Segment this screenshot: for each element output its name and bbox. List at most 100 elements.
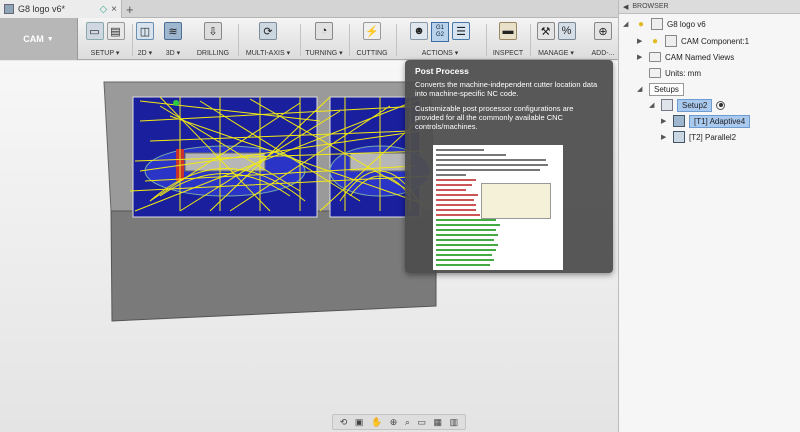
viewports-icon[interactable]: ▥ bbox=[450, 417, 459, 428]
look-at-icon[interactable]: ▣ bbox=[355, 417, 364, 428]
tooltip-paragraph-1: Converts the machine-independent cutter … bbox=[415, 80, 598, 98]
setup-group[interactable]: ▭ ▤ SETUP ▾ bbox=[80, 18, 130, 60]
caret-down-icon: ▼ bbox=[46, 35, 54, 43]
document-tab[interactable]: G8 logo v6* ◇ × bbox=[0, 0, 122, 18]
divider bbox=[300, 24, 301, 56]
units-icon bbox=[649, 68, 661, 78]
parallel-toolpath-icon bbox=[673, 131, 685, 143]
document-icon bbox=[651, 18, 663, 30]
zoom-window-icon[interactable]: ⌕ bbox=[405, 417, 410, 428]
tree-item-units[interactable]: Units: mm bbox=[649, 65, 701, 81]
tree-item-setup2[interactable]: ◢ Setup2 bbox=[649, 97, 726, 113]
tree-item-label: G8 logo v6 bbox=[667, 19, 706, 29]
lightbulb-icon[interactable]: ● bbox=[635, 18, 647, 30]
add-ins-icon: ⊕ bbox=[594, 22, 612, 40]
tree-item-label: CAM Component:1 bbox=[681, 36, 750, 46]
tool-start-marker bbox=[173, 100, 179, 106]
tree-item-label: Units: mm bbox=[665, 68, 701, 78]
3d-group[interactable]: ≋ 3D ▾ bbox=[160, 18, 186, 60]
tree-item-parallel2[interactable]: ▶ [T2] Parallel2 bbox=[661, 129, 736, 145]
2d-group[interactable]: ◫ 2D ▾ bbox=[133, 18, 157, 60]
tree-item-label: CAM Named Views bbox=[665, 52, 735, 62]
folder-icon: ▤ bbox=[106, 22, 125, 40]
expand-triangle-icon[interactable]: ◢ bbox=[637, 85, 645, 93]
browser-header[interactable]: ◀ BROWSER bbox=[619, 0, 800, 14]
expand-triangle-icon[interactable]: ▶ bbox=[661, 117, 669, 125]
post-process-icon[interactable]: G1 G2 bbox=[431, 22, 449, 42]
adaptive4-node[interactable]: [T1] Adaptive4 bbox=[689, 114, 751, 128]
inspect-group-label: INSPECT bbox=[492, 50, 524, 57]
post-process-icon-line2: G2 bbox=[435, 32, 444, 38]
divider bbox=[530, 24, 531, 56]
workspace-switcher[interactable]: CAM ▼ bbox=[0, 18, 78, 60]
new-tab-button[interactable]: + bbox=[126, 2, 134, 17]
browser-title: BROWSER bbox=[632, 3, 669, 10]
tooltip-title: Post Process bbox=[415, 66, 469, 76]
expand-triangle-icon[interactable]: ▶ bbox=[637, 53, 645, 61]
setup2-node[interactable]: Setup2 bbox=[677, 98, 713, 112]
setup-icon bbox=[661, 99, 673, 111]
template-icon: % bbox=[557, 22, 576, 40]
close-icon[interactable]: × bbox=[111, 4, 117, 15]
multi-axis-icon: ⟳ bbox=[259, 22, 277, 40]
add-ins-group-label: ADD-... bbox=[591, 50, 615, 57]
drilling-group[interactable]: ⇩ DRILLING bbox=[192, 18, 234, 60]
divider bbox=[486, 24, 487, 56]
actions-group[interactable]: ☻ G1 G2 ☰ ACTIONS ▾ bbox=[398, 18, 482, 60]
multi-axis-group[interactable]: ⟳ MULTI-AXIS ▾ bbox=[240, 18, 296, 60]
collapse-icon[interactable]: ◀ bbox=[623, 3, 628, 11]
actions-group-label: ACTIONS ▾ bbox=[421, 50, 459, 57]
sync-icon[interactable]: ◇ bbox=[99, 4, 107, 15]
inspect-group[interactable]: ▬ INSPECT bbox=[488, 18, 528, 60]
3d-adaptive-icon: ≋ bbox=[164, 22, 182, 40]
grid-icon[interactable]: ▦ bbox=[434, 417, 443, 428]
cutting-group-label: CUTTING bbox=[356, 50, 388, 57]
orbit-icon[interactable]: ⟲ bbox=[340, 417, 348, 428]
divider bbox=[349, 24, 350, 56]
manage-group-label: MANAGE ▾ bbox=[538, 50, 574, 57]
adaptive-toolpath-icon bbox=[673, 115, 685, 127]
tree-item-label: Setup2 bbox=[682, 100, 708, 110]
tooltip-paragraph-2: Customizable post processor configuratio… bbox=[415, 104, 574, 131]
folder-icon bbox=[649, 52, 661, 62]
expand-triangle-icon[interactable]: ◢ bbox=[623, 20, 631, 28]
ribbon-toolbar: CAM ▼ ▭ ▤ SETUP ▾ ◫ 2D ▾ ≋ 3D ▾ ⇩ DRILLING… bbox=[0, 18, 618, 60]
post-process-icon-line1: G1 bbox=[435, 25, 444, 31]
lightbulb-icon[interactable]: ● bbox=[649, 35, 661, 47]
setup-sheet-icon[interactable]: ☰ bbox=[452, 22, 470, 40]
tool-library-icon: ⚒ bbox=[536, 22, 555, 40]
tree-item-setups[interactable]: ◢ Setups bbox=[637, 81, 684, 97]
add-ins-group[interactable]: ⊕ ADD-... bbox=[588, 18, 618, 60]
turning-icon: ◔ bbox=[315, 22, 333, 40]
2d-group-label: 2D ▾ bbox=[137, 50, 153, 57]
activate-radio[interactable] bbox=[716, 100, 726, 110]
tree-item-cam-component[interactable]: ▶ ● CAM Component:1 bbox=[637, 33, 749, 49]
expand-triangle-icon[interactable]: ▶ bbox=[637, 37, 645, 45]
zoom-icon[interactable]: ⊕ bbox=[390, 417, 398, 428]
divider bbox=[396, 24, 397, 56]
setups-node[interactable]: Setups bbox=[649, 82, 684, 96]
navigation-bar: ⟲ ▣ ✋ ⊕ ⌕ ▭ ▦ ▥ bbox=[332, 414, 466, 430]
workspace-label: CAM bbox=[23, 34, 44, 44]
display-settings-icon[interactable]: ▭ bbox=[417, 417, 426, 428]
simulate-icon[interactable]: ☻ bbox=[410, 22, 428, 40]
turning-group-label: TURNING ▾ bbox=[305, 50, 343, 57]
setup-group-label: SETUP ▾ bbox=[90, 50, 120, 57]
cutting-group[interactable]: ⚡ CUTTING bbox=[352, 18, 392, 60]
expand-triangle-icon[interactable]: ◢ bbox=[649, 101, 657, 109]
tool-dialog-thumbnail bbox=[481, 183, 551, 219]
manage-group[interactable]: ⚒% MANAGE ▾ bbox=[532, 18, 580, 60]
expand-triangle-icon[interactable]: ▶ bbox=[661, 133, 669, 141]
tree-item-root[interactable]: ◢ ● G8 logo v6 bbox=[623, 16, 706, 32]
component-icon bbox=[665, 35, 677, 47]
document-tab-title: G8 logo v6* bbox=[18, 4, 66, 14]
document-tab-bar: G8 logo v6* ◇ × + bbox=[0, 0, 618, 18]
measure-icon: ▬ bbox=[499, 22, 517, 40]
tree-item-named-views[interactable]: ▶ CAM Named Views bbox=[637, 49, 734, 65]
pan-icon[interactable]: ✋ bbox=[371, 417, 382, 428]
nc-code-preview-image bbox=[433, 145, 563, 270]
tree-item-adaptive4[interactable]: ▶ [T1] Adaptive4 bbox=[661, 113, 751, 129]
post-process-tooltip: Post Process Converts the machine-indepe… bbox=[405, 60, 613, 273]
3d-group-label: 3D ▾ bbox=[165, 50, 181, 57]
turning-group[interactable]: ◔ TURNING ▾ bbox=[303, 18, 345, 60]
